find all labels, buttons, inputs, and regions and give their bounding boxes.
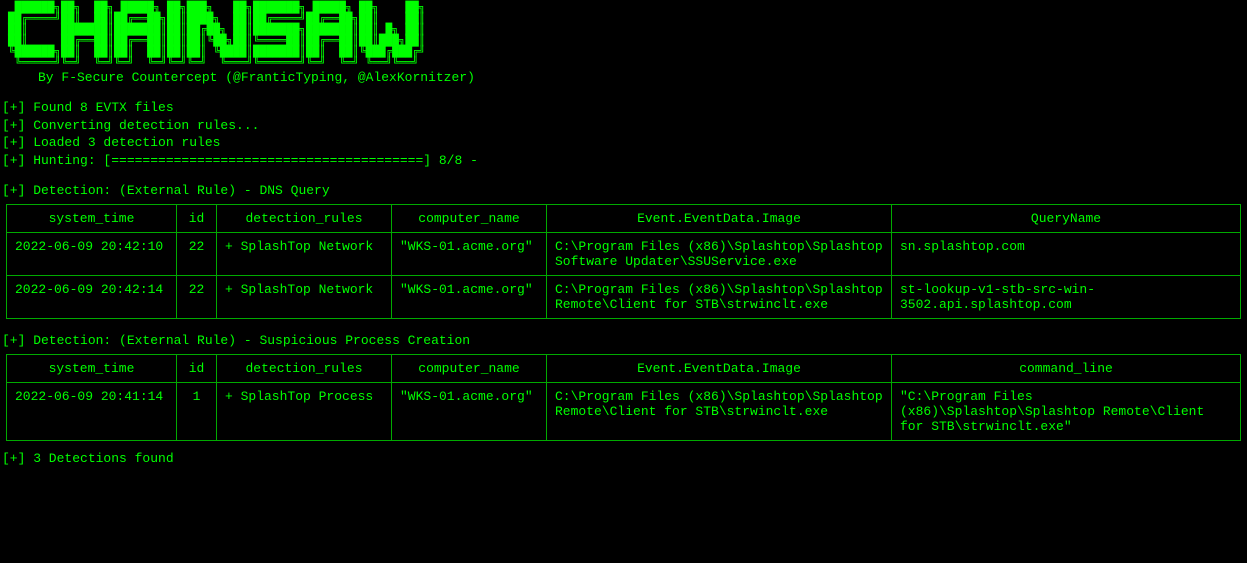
byline: By F-Secure Countercept (@FranticTyping,…: [38, 70, 1247, 85]
col-id: id: [177, 205, 217, 233]
cell-detection-rules: + SplashTop Process: [217, 383, 392, 441]
cell-id: 22: [177, 276, 217, 319]
cell-image: C:\Program Files (x86)\Splashtop\Splasht…: [547, 383, 892, 441]
status-hunting: [+] Hunting: [==========================…: [2, 152, 1247, 170]
cell-system-time: 2022-06-09 20:42:10: [7, 233, 177, 276]
detection-header-process: [+] Detection: (External Rule) - Suspici…: [2, 333, 1247, 348]
col-image: Event.EventData.Image: [547, 355, 892, 383]
status-found: [+] Found 8 EVTX files: [2, 99, 1247, 117]
cell-computer-name: "WKS-01.acme.org": [392, 276, 547, 319]
table-header-row: system_time id detection_rules computer_…: [7, 355, 1241, 383]
cell-image: C:\Program Files (x86)\Splashtop\Splasht…: [547, 233, 892, 276]
col-id: id: [177, 355, 217, 383]
cell-system-time: 2022-06-09 20:41:14: [7, 383, 177, 441]
cell-command-line: "C:\Program Files (x86)\Splashtop\Splash…: [892, 383, 1241, 441]
status-loaded: [+] Loaded 3 detection rules: [2, 134, 1247, 152]
cell-queryname: st-lookup-v1-stb-src-win-3502.api.splash…: [892, 276, 1241, 319]
col-image: Event.EventData.Image: [547, 205, 892, 233]
cell-image: C:\Program Files (x86)\Splashtop\Splasht…: [547, 276, 892, 319]
cell-queryname: sn.splashtop.com: [892, 233, 1241, 276]
cell-detection-rules: + SplashTop Network: [217, 276, 392, 319]
col-computer-name: computer_name: [392, 205, 547, 233]
table-row: 2022-06-09 20:42:14 22 + SplashTop Netwo…: [7, 276, 1241, 319]
detection-header-dns: [+] Detection: (External Rule) - DNS Que…: [2, 183, 1247, 198]
col-system-time: system_time: [7, 205, 177, 233]
cell-system-time: 2022-06-09 20:42:14: [7, 276, 177, 319]
col-computer-name: computer_name: [392, 355, 547, 383]
cell-computer-name: "WKS-01.acme.org": [392, 383, 547, 441]
table-header-row: system_time id detection_rules computer_…: [7, 205, 1241, 233]
col-command-line: command_line: [892, 355, 1241, 383]
col-queryname: QueryName: [892, 205, 1241, 233]
cell-computer-name: "WKS-01.acme.org": [392, 233, 547, 276]
col-detection-rules: detection_rules: [217, 355, 392, 383]
col-detection-rules: detection_rules: [217, 205, 392, 233]
detection-table-dns: system_time id detection_rules computer_…: [6, 204, 1241, 319]
summary: [+] 3 Detections found: [2, 451, 1247, 466]
status-converting: [+] Converting detection rules...: [2, 117, 1247, 135]
col-system-time: system_time: [7, 355, 177, 383]
detection-table-process: system_time id detection_rules computer_…: [6, 354, 1241, 441]
ascii-logo: ██████╗██╗ ██╗ █████╗ ██╗███╗ ██╗███████…: [8, 2, 1247, 68]
table-row: 2022-06-09 20:41:14 1 + SplashTop Proces…: [7, 383, 1241, 441]
cell-id: 22: [177, 233, 217, 276]
table-row: 2022-06-09 20:42:10 22 + SplashTop Netwo…: [7, 233, 1241, 276]
cell-id: 1: [177, 383, 217, 441]
cell-detection-rules: + SplashTop Network: [217, 233, 392, 276]
